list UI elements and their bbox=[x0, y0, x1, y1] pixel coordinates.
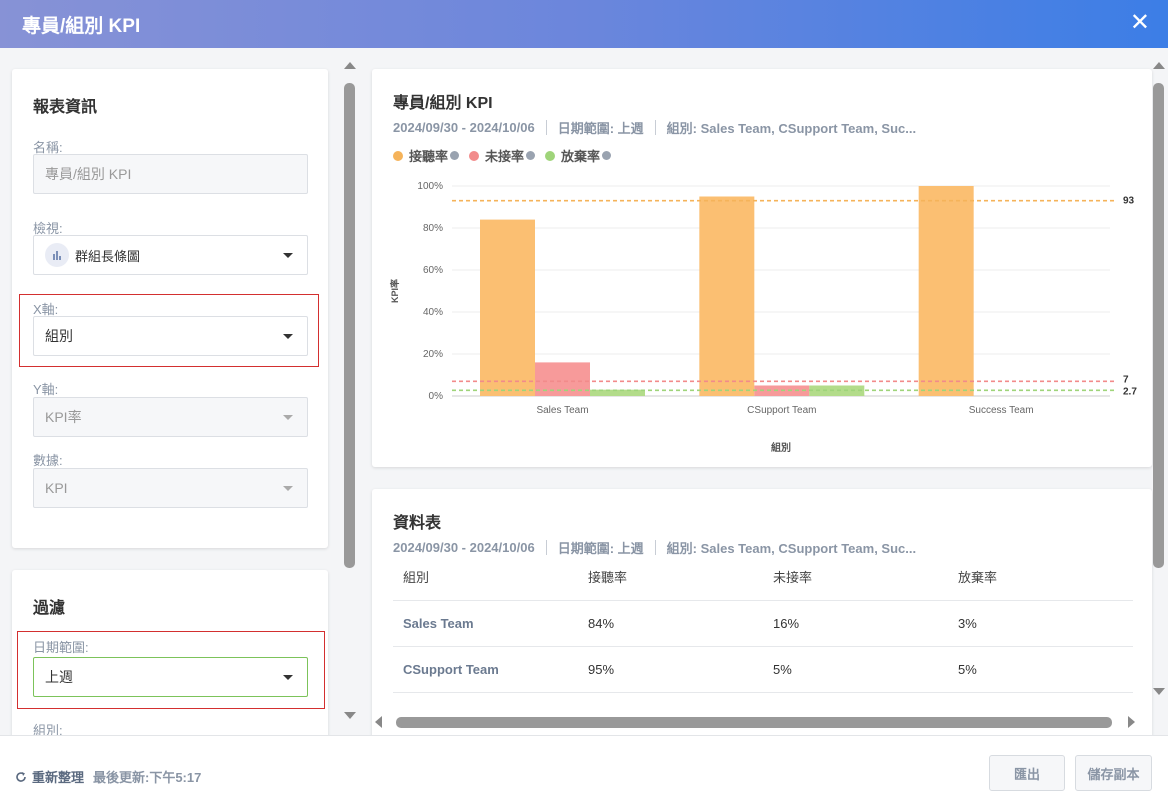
data-label: 數據: bbox=[33, 453, 63, 468]
scroll-up-icon[interactable] bbox=[1153, 62, 1165, 69]
content-area: 報表資訊 名稱: 專員/組別 KPI 檢視: 群組長條圖 X軸: 組別 Y軸: … bbox=[0, 48, 1168, 735]
name-value: 專員/組別 KPI bbox=[45, 166, 132, 182]
table-date-span: 2024/09/30 - 2024/10/06 bbox=[393, 540, 535, 555]
divider bbox=[545, 540, 547, 555]
refresh-icon bbox=[16, 771, 26, 782]
data-value: KPI bbox=[45, 480, 68, 496]
last-updated-text: 最後更新:下午5:17 bbox=[93, 770, 202, 785]
x-tick-label: CSupport Team bbox=[747, 405, 816, 416]
horizontal-scroll-thumb[interactable] bbox=[396, 717, 1112, 728]
table-cell: 5% bbox=[948, 646, 1133, 693]
y-axis-select[interactable]: KPI率 bbox=[33, 397, 308, 437]
close-icon[interactable]: ✕ bbox=[1130, 11, 1150, 35]
date-range-highlight bbox=[17, 631, 325, 709]
refresh-button[interactable]: 重新整理 bbox=[15, 767, 84, 786]
bar-chart: 0% 20% 40% 60% 80% 100% Sales Team CSupport Tea… bbox=[389, 181, 1137, 454]
table-title: 資料表 bbox=[393, 515, 442, 532]
bar bbox=[480, 219, 535, 396]
group-label: 組別: bbox=[33, 723, 63, 735]
left-scroll-thumb[interactable] bbox=[344, 83, 355, 568]
y-tick-label: 20% bbox=[423, 349, 443, 360]
right-scroll-thumb[interactable] bbox=[1153, 83, 1164, 568]
y-tick-label: 60% bbox=[423, 265, 443, 276]
y-tick-label: 40% bbox=[423, 307, 443, 318]
table-card: 資料表 2024/09/30 - 2024/10/06 日期範圍: 上週 組別:… bbox=[372, 489, 1152, 735]
table-row: Sales Team 84% 16% 3% bbox=[393, 600, 1133, 647]
x-axis-highlight bbox=[19, 294, 319, 367]
name-field[interactable]: 專員/組別 KPI bbox=[33, 154, 308, 194]
bar-chart-icon bbox=[45, 243, 69, 267]
view-select[interactable]: 群組長條圖 bbox=[33, 235, 308, 275]
column-header[interactable]: 放棄率 bbox=[948, 554, 1133, 601]
x-axis-title: 組別 bbox=[771, 441, 791, 454]
table-row: CSupport Team 95% 5% 5% bbox=[393, 646, 1133, 693]
settings-panel[interactable]: 報表資訊 名稱: 專員/組別 KPI 檢視: 群組長條圖 X軸: 組別 Y軸: … bbox=[0, 48, 340, 735]
table-cell: 84% bbox=[578, 600, 763, 647]
y-axis-title: KPI率 bbox=[389, 279, 400, 303]
table-cell: Sales Team bbox=[393, 600, 578, 647]
scroll-down-icon[interactable] bbox=[344, 712, 356, 719]
table-cell: 3% bbox=[948, 600, 1133, 647]
y-axis-label: Y軸: bbox=[33, 382, 59, 397]
data-table: 組別 接聽率 未接率 放棄率 Sales Team 84% 16% 3% CSu… bbox=[393, 554, 1133, 693]
reference-label: 93 bbox=[1123, 196, 1135, 207]
save-copy-button[interactable]: 儲存副本 bbox=[1075, 755, 1152, 791]
reference-label: 2.7 bbox=[1123, 386, 1137, 397]
chevron-down-icon bbox=[283, 486, 293, 491]
table-cell: 95% bbox=[578, 646, 763, 693]
window-titlebar: 專員/組別 KPI ✕ bbox=[0, 0, 1168, 48]
scroll-down-icon[interactable] bbox=[1153, 688, 1165, 695]
export-button[interactable]: 匯出 bbox=[989, 755, 1065, 791]
table-cell: 16% bbox=[763, 600, 948, 647]
chevron-down-icon bbox=[283, 253, 293, 258]
window-title: 專員/組別 KPI bbox=[22, 15, 141, 37]
y-tick-label: 80% bbox=[423, 223, 443, 234]
report-info-heading: 報表資訊 bbox=[33, 99, 98, 116]
divider bbox=[654, 540, 656, 555]
footer-bar: 重新整理 最後更新:下午5:17 匯出 儲存副本 bbox=[0, 735, 1168, 805]
table-cell: CSupport Team bbox=[393, 646, 578, 693]
chevron-down-icon bbox=[283, 415, 293, 420]
table-header-row: 組別 接聽率 未接率 放棄率 bbox=[393, 554, 1133, 601]
chart-card: 專員/組別 KPI 2024/09/30 - 2024/10/06 日期範圍: … bbox=[372, 69, 1152, 467]
view-value: 群組長條圖 bbox=[75, 248, 141, 264]
column-header[interactable]: 未接率 bbox=[763, 554, 948, 601]
column-header[interactable]: 接聽率 bbox=[578, 554, 763, 601]
scroll-right-icon[interactable] bbox=[1128, 716, 1135, 728]
right-scrollbar[interactable] bbox=[1150, 48, 1168, 735]
bar bbox=[699, 196, 755, 396]
x-tick-label: Sales Team bbox=[536, 405, 588, 416]
data-select[interactable]: KPI bbox=[33, 468, 308, 508]
reference-label: 7 bbox=[1123, 374, 1129, 385]
refresh-label: 重新整理 bbox=[32, 770, 85, 785]
scroll-left-icon[interactable] bbox=[375, 716, 382, 728]
bar bbox=[918, 186, 974, 396]
y-tick-label: 100% bbox=[417, 181, 443, 192]
y-tick-label: 0% bbox=[429, 391, 444, 402]
filter-heading: 過濾 bbox=[33, 600, 66, 617]
table-cell: 5% bbox=[763, 646, 948, 693]
scroll-up-icon[interactable] bbox=[344, 62, 356, 69]
y-axis-value: KPI率 bbox=[45, 409, 82, 425]
left-scrollbar[interactable] bbox=[340, 48, 360, 735]
column-header[interactable]: 組別 bbox=[393, 554, 578, 601]
x-tick-label: Success Team bbox=[969, 405, 1034, 416]
horizontal-scrollbar[interactable] bbox=[372, 714, 1142, 730]
